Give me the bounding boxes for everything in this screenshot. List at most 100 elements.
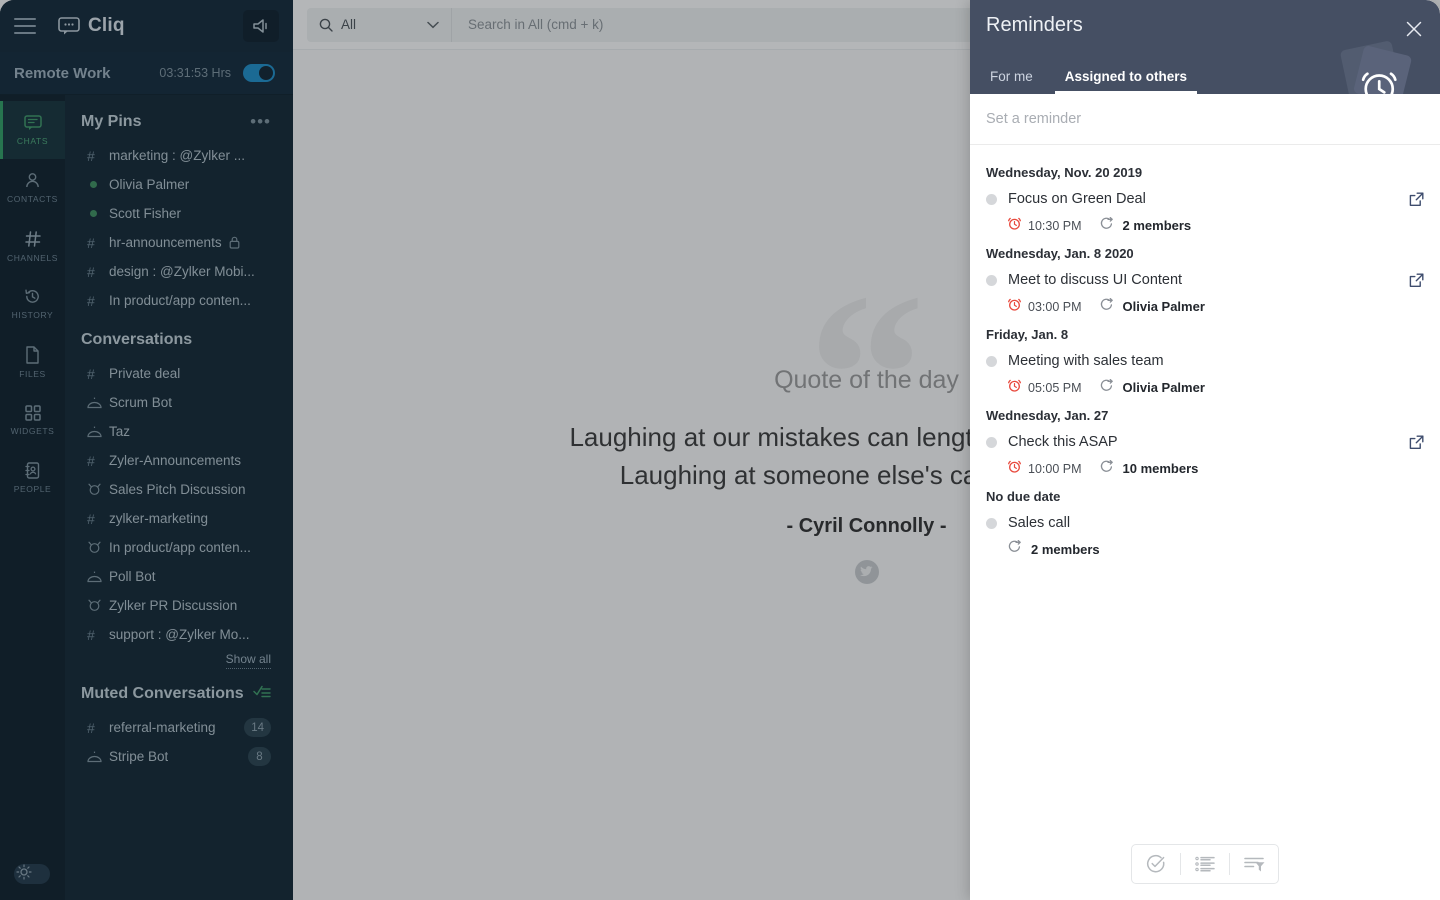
sidebar-label-contacts: CONTACTS — [7, 194, 58, 204]
grid-icon — [24, 404, 41, 421]
close-icon[interactable] — [1402, 17, 1426, 41]
list-item[interactable]: # Zyler-Announcements — [65, 446, 293, 475]
list-item[interactable]: # referral-marketing 14 — [65, 713, 293, 742]
list-item[interactable]: # design : @Zylker Mobi... — [65, 257, 293, 286]
check-circle-icon[interactable] — [1132, 844, 1180, 884]
my-pins-title: My Pins — [81, 113, 142, 130]
reminder-item[interactable]: Meet to discuss UI Content 03:00 PM Oliv… — [970, 263, 1440, 321]
reminder-title: Focus on Green Deal — [1008, 191, 1146, 207]
reminder-item[interactable]: Sales call 2 members — [970, 506, 1440, 563]
twitter-icon[interactable] — [854, 559, 879, 584]
sidebar-label-files: FILES — [19, 368, 46, 379]
list-item[interactable]: # Private deal — [65, 359, 293, 388]
sidebar-item-contacts[interactable]: CONTACTS — [0, 159, 65, 217]
reminder-assignee: Olivia Palmer — [1122, 299, 1205, 314]
filter-icon[interactable] — [1230, 844, 1278, 884]
set-reminder-input[interactable]: Set a reminder — [970, 94, 1440, 145]
list-item-label: Scrum Bot — [109, 395, 173, 410]
app-window: Cliq Remote Work 03:31:53 Hrs CHATS CONT… — [0, 0, 1440, 900]
muted-conversations-header: Muted Conversations — [65, 685, 293, 703]
chevron-down-icon — [427, 21, 439, 28]
status-timer: 03:31:53 Hrs — [159, 66, 231, 80]
status-dot-online — [87, 181, 109, 188]
reminder-item[interactable]: Focus on Green Deal 10:30 PM 2 members — [970, 182, 1440, 240]
file-icon — [26, 345, 39, 364]
list-item[interactable]: Sales Pitch Discussion — [65, 475, 293, 504]
list-item-label: Poll Bot — [109, 569, 156, 584]
reminders-footer-toolbar — [970, 828, 1440, 900]
open-external-icon[interactable] — [1409, 273, 1424, 288]
sidebar-item-chats[interactable]: CHATS — [0, 101, 65, 159]
chat-bubble-icon — [58, 17, 80, 35]
reminder-item[interactable]: Check this ASAP 10:00 PM 10 members — [970, 425, 1440, 483]
mark-read-icon[interactable] — [253, 685, 271, 703]
tab-assigned-to-others[interactable]: Assigned to others — [1054, 69, 1198, 94]
bot-icon — [87, 751, 109, 763]
sidebar-item-channels[interactable]: CHANNELS — [0, 217, 65, 275]
search-scope-label: All — [341, 17, 357, 32]
reminder-title: Check this ASAP — [1008, 434, 1118, 450]
sidebar-item-people[interactable]: PEOPLE — [0, 449, 65, 507]
reminders-tabs: For me Assigned to others — [986, 69, 1198, 94]
sidebar-item-widgets[interactable]: WIDGETS — [0, 391, 65, 449]
status-title: Remote Work — [14, 64, 111, 82]
list-item[interactable]: # marketing : @Zylker ... — [65, 141, 293, 170]
list-item[interactable]: Olivia Palmer — [65, 170, 293, 199]
date-group-header: Wednesday, Nov. 20 2019 — [986, 165, 1143, 180]
history-icon — [25, 289, 39, 303]
reminder-status-bullet[interactable] — [986, 193, 997, 205]
list-item[interactable]: # zylker-marketing — [65, 504, 293, 533]
reminder-assignee: 10 members — [1122, 461, 1199, 476]
reminder-item[interactable]: Meeting with sales team 05:05 PM Olivia … — [970, 344, 1440, 402]
open-external-icon[interactable] — [1409, 192, 1424, 207]
show-all-link[interactable]: Show all — [225, 652, 271, 669]
group-chat-icon — [87, 599, 109, 612]
status-toggle[interactable] — [243, 64, 275, 82]
brand-name: Cliq — [88, 15, 125, 36]
list-item-label: In product/app conten... — [109, 540, 251, 555]
reminder-title: Meet to discuss UI Content — [1008, 272, 1183, 288]
sidebar-item-files[interactable]: FILES — [0, 333, 65, 391]
reminder-time: 03:00 PM — [1028, 299, 1082, 314]
my-pins-header: My Pins ••• — [65, 113, 293, 131]
list-item-label: Scott Fisher — [109, 206, 182, 221]
hash-icon: # — [87, 719, 95, 736]
list-item[interactable]: Zylker PR Discussion — [65, 591, 293, 620]
reminder-assignee: Olivia Palmer — [1122, 380, 1205, 395]
list-item-label: Stripe Bot — [109, 749, 169, 764]
reminder-status-bullet[interactable] — [986, 355, 997, 367]
group-chat-icon — [87, 541, 109, 554]
megaphone-icon[interactable] — [243, 10, 279, 42]
list-item[interactable]: Stripe Bot 8 — [65, 742, 293, 771]
reminders-panel: Reminders For me Assigned to others Set … — [970, 0, 1440, 900]
list-icon[interactable] — [1181, 844, 1229, 884]
theme-toggle[interactable] — [14, 863, 50, 884]
reminder-status-bullet[interactable] — [986, 436, 997, 448]
reminders-list: Wednesday, Nov. 20 2019 Focus on Green D… — [970, 145, 1440, 828]
tab-for-me[interactable]: For me — [986, 69, 1037, 94]
list-item[interactable]: # hr-announcements — [65, 228, 293, 257]
sidebar-item-history[interactable]: HISTORY — [0, 275, 65, 333]
list-item[interactable]: # In product/app conten... — [65, 286, 293, 315]
hash-icon: # — [87, 510, 95, 527]
list-item[interactable]: In product/app conten... — [65, 533, 293, 562]
bot-icon — [87, 397, 109, 409]
reminder-status-bullet[interactable] — [986, 274, 997, 286]
reminder-title: Meeting with sales team — [1008, 353, 1164, 369]
list-item[interactable]: Poll Bot — [65, 562, 293, 591]
search-scope-dropdown[interactable]: All — [307, 7, 452, 42]
reminder-assignee: 2 members — [1122, 218, 1192, 233]
assign-arrow-icon — [1100, 378, 1116, 397]
list-item[interactable]: # support : @Zylker Mo... — [65, 620, 293, 649]
reminder-status-bullet[interactable] — [986, 517, 997, 529]
list-item[interactable]: Scott Fisher — [65, 199, 293, 228]
list-item-label: support : @Zylker Mo... — [109, 627, 250, 642]
list-item[interactable]: Scrum Bot — [65, 388, 293, 417]
hamburger-icon[interactable] — [14, 18, 36, 34]
ellipsis-icon[interactable]: ••• — [250, 113, 271, 130]
date-group-header: Wednesday, Jan. 8 2020 — [986, 246, 1134, 261]
list-item[interactable]: Taz — [65, 417, 293, 446]
open-external-icon[interactable] — [1409, 435, 1424, 450]
page-title: Reminders — [986, 14, 1083, 36]
list-item-label: zylker-marketing — [109, 511, 209, 526]
